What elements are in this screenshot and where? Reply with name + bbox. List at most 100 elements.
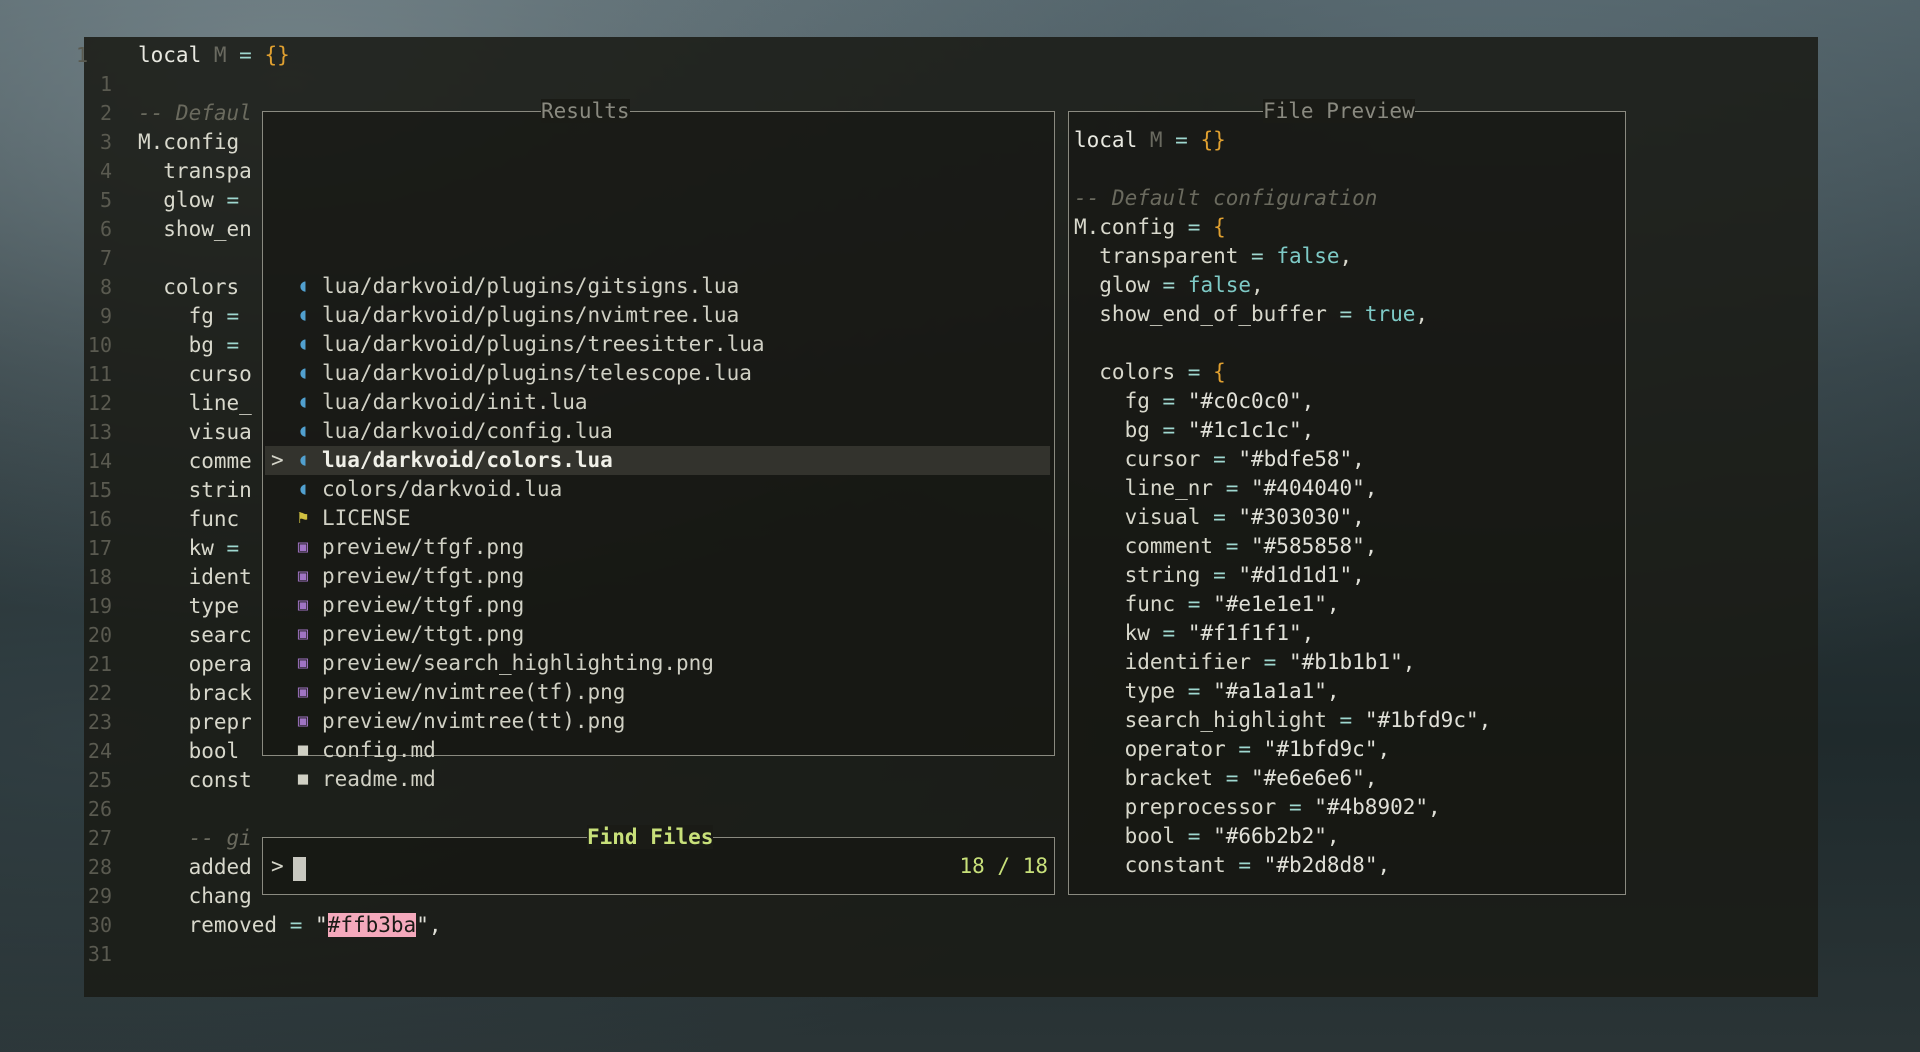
lua-file-icon: ◖ xyxy=(297,450,309,470)
result-item[interactable]: ◖ lua/darkvoid/plugins/treesitter.lua xyxy=(265,330,1050,359)
lua-file-icon: ◖ xyxy=(297,392,309,412)
line-number: 19 xyxy=(87,594,112,618)
editor-line[interactable]: 31 xyxy=(84,940,1784,969)
line-code: added xyxy=(138,853,252,882)
code-token: { xyxy=(1213,215,1226,239)
line-number: 1 xyxy=(99,72,112,96)
code-token: "#a1a1a1", xyxy=(1213,679,1340,703)
line-number: 9 xyxy=(99,304,112,328)
result-item[interactable]: ⚑ LICENSE xyxy=(265,504,1050,533)
result-path: preview/ttgf.png xyxy=(322,593,525,617)
code-token: chang xyxy=(138,884,252,908)
line-number: 12 xyxy=(87,391,112,415)
result-item[interactable]: ▣ preview/tfgf.png xyxy=(265,533,1050,562)
code-token: = xyxy=(1187,679,1214,703)
code-token: local xyxy=(138,43,214,67)
line-number: 21 xyxy=(87,652,112,676)
result-item[interactable]: ◖ lua/darkvoid/init.lua xyxy=(265,388,1050,417)
line-number: 26 xyxy=(87,797,112,821)
result-item[interactable]: ▣ preview/ttgf.png xyxy=(265,591,1050,620)
line-code: ident xyxy=(138,563,252,592)
code-token: = xyxy=(1225,766,1252,790)
line-number: 2 xyxy=(99,101,112,125)
code-token: "#303030", xyxy=(1238,505,1365,529)
editor-line[interactable]: 30 removed = "#ffb3ba", xyxy=(84,911,1784,940)
preview-line: preprocessor = "#4b8902", xyxy=(1074,793,1441,822)
code-token: false xyxy=(1187,273,1252,297)
result-item[interactable]: ◖ lua/darkvoid/config.lua xyxy=(265,417,1050,446)
result-path: colors/darkvoid.lua xyxy=(322,477,563,501)
lua-file-icon: ◖ xyxy=(297,421,309,441)
code-token: = xyxy=(226,304,240,328)
line-code: kw = xyxy=(138,534,240,563)
line-code: bg = xyxy=(138,331,240,360)
image-file-icon: ▣ xyxy=(297,566,309,586)
result-item[interactable]: ◖ lua/darkvoid/plugins/gitsigns.lua xyxy=(265,272,1050,301)
line-code: transpa xyxy=(138,157,252,186)
editor-line[interactable]: 1 local M = {} xyxy=(76,41,1784,70)
search-input[interactable] xyxy=(293,857,306,881)
preview-line: bool = "#66b2b2", xyxy=(1074,822,1340,851)
code-token: = xyxy=(289,913,316,937)
code-token: bool xyxy=(1074,824,1188,848)
code-token: bg xyxy=(1074,418,1163,442)
result-item[interactable]: ■ readme.md xyxy=(265,765,1050,794)
code-token: "#f1f1f1", xyxy=(1187,621,1315,645)
result-item[interactable]: ▣ preview/nvimtree(tf).png xyxy=(265,678,1050,707)
line-number: 4 xyxy=(99,159,112,183)
prompt-caret: > xyxy=(271,854,284,878)
code-token: "#4b8902", xyxy=(1314,795,1441,819)
code-token: "#d1d1d1", xyxy=(1238,563,1365,587)
results-panel: Results ◖ lua/darkvoid/plugins/gitsigns.l… xyxy=(262,99,1055,791)
result-path: lua/darkvoid/plugins/treesitter.lua xyxy=(322,332,765,356)
lua-file-icon: ◖ xyxy=(297,479,309,499)
lua-file-icon: ◖ xyxy=(297,276,309,296)
code-token: const xyxy=(138,768,252,792)
result-item[interactable]: ▣ preview/nvimtree(tt).png xyxy=(265,707,1050,736)
result-item[interactable]: > ◖ lua/darkvoid/colors.lua xyxy=(265,446,1050,475)
code-token: #ffb3ba xyxy=(327,913,417,937)
code-token: M.config xyxy=(1074,215,1188,239)
code-token: func xyxy=(138,507,240,531)
code-token: = xyxy=(1225,476,1252,500)
result-path: config.md xyxy=(322,738,436,762)
code-token: {} xyxy=(1200,128,1226,152)
line-number: 1 xyxy=(75,43,88,67)
code-token: kw xyxy=(1074,621,1163,645)
line-number: 31 xyxy=(87,942,112,966)
code-token: operator xyxy=(1074,737,1239,761)
image-file-icon: ▣ xyxy=(297,653,309,673)
code-token: strin xyxy=(138,478,252,502)
result-item[interactable]: ◖ colors/darkvoid.lua xyxy=(265,475,1050,504)
line-number: 16 xyxy=(87,507,112,531)
result-item[interactable]: ▣ preview/ttgt.png xyxy=(265,620,1050,649)
image-file-icon: ▣ xyxy=(297,682,309,702)
code-token: -- Defaul xyxy=(138,101,252,125)
line-number: 5 xyxy=(99,188,112,212)
code-token: "#1bfd9c", xyxy=(1364,708,1492,732)
preview-line: kw = "#f1f1f1", xyxy=(1074,619,1315,648)
result-item[interactable]: ▣ preview/tfgt.png xyxy=(265,562,1050,591)
line-number: 8 xyxy=(99,275,112,299)
line-number: 17 xyxy=(87,536,112,560)
editor-line[interactable]: 1 xyxy=(84,70,1784,99)
code-token: transpa xyxy=(138,159,252,183)
preview-line: func = "#e1e1e1", xyxy=(1074,590,1340,619)
preview-line: local M = {} xyxy=(1074,126,1226,155)
code-token: line_ xyxy=(138,391,252,415)
line-code: func xyxy=(138,505,240,534)
result-item[interactable]: ■ config.md xyxy=(265,736,1050,765)
code-token: visual xyxy=(1074,505,1214,529)
result-item[interactable]: ▣ preview/search_highlighting.png xyxy=(265,649,1050,678)
result-item[interactable]: ◖ lua/darkvoid/plugins/telescope.lua xyxy=(265,359,1050,388)
code-token: "#b1b1b1", xyxy=(1288,650,1416,674)
result-path: preview/nvimtree(tf).png xyxy=(322,680,626,704)
line-number: 7 xyxy=(99,246,112,270)
result-item[interactable]: ◖ lua/darkvoid/plugins/nvimtree.lua xyxy=(265,301,1050,330)
result-path: lua/darkvoid/plugins/nvimtree.lua xyxy=(322,303,740,327)
line-number: 15 xyxy=(87,478,112,502)
line-code: curso xyxy=(138,360,252,389)
preview-title: File Preview xyxy=(1263,99,1415,123)
code-token: line_nr xyxy=(1074,476,1226,500)
code-token: = xyxy=(1162,273,1188,297)
